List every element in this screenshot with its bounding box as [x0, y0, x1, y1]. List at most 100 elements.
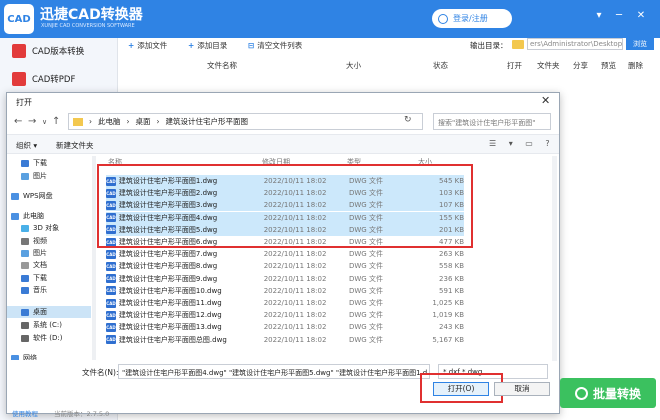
file-row[interactable]: CAD 建筑设计住宅户形平面图9.dwg 2022/10/11 18:02 DWG 文…	[106, 273, 464, 285]
menu-dropdown-button[interactable]: ▾	[592, 10, 606, 21]
breadcrumb-item[interactable]: 此电脑	[98, 116, 121, 127]
tree-item-icon	[21, 237, 29, 245]
sidebar-item-label: CAD版本转换	[32, 47, 85, 57]
file-row[interactable]: CAD 建筑设计住宅户形平面图11.dwg 2022/10/11 18:02 DWG …	[106, 297, 464, 309]
sidebar-item-version-convert[interactable]: CAD版本转换	[0, 38, 118, 64]
version-text: 当前版本：2.7.5.0	[54, 410, 110, 418]
plus-icon: +	[188, 41, 195, 50]
new-folder-button[interactable]: 新建文件夹	[56, 140, 94, 151]
file-type: DWG 文件	[348, 250, 383, 259]
filename-input[interactable]: "建筑设计住宅户形平面图4.dwg" "建筑设计住宅户形平面图5.dwg" "建…	[118, 364, 430, 379]
cad-version-icon	[12, 44, 26, 58]
file-list-scrollbar[interactable]	[552, 156, 557, 361]
folder-icon[interactable]	[512, 40, 524, 49]
tree-item[interactable]: 3D 对象	[21, 222, 59, 234]
tree-item[interactable]: 下载	[21, 157, 47, 169]
filename-label: 文件名(N):	[82, 368, 119, 377]
col-open: 打开	[507, 61, 522, 70]
file-name: 建筑设计住宅户形平面图10.dwg	[118, 286, 222, 295]
breadcrumb-item[interactable]: 建筑设计住宅户形平面图	[166, 116, 249, 127]
open-button[interactable]: 打开(O)	[433, 382, 489, 396]
tree-item-label: 音乐	[33, 286, 47, 294]
tree-item[interactable]: 系统 (C:)	[21, 319, 62, 331]
clear-list-button[interactable]: ⊟ 清空文件列表	[248, 40, 302, 51]
back-button[interactable]: ←	[14, 116, 22, 127]
tree-item[interactable]: 图片	[21, 247, 47, 259]
file-date: 2022/10/11 18:02	[263, 274, 327, 283]
user-icon	[438, 13, 448, 24]
file-date: 2022/10/11 18:02	[263, 250, 327, 259]
add-dir-label: 添加目录	[197, 41, 228, 50]
cancel-button[interactable]: 取消	[494, 382, 550, 396]
breadcrumb-item[interactable]: 桌面	[136, 116, 151, 127]
tree-item[interactable]: 此电脑	[11, 210, 44, 222]
add-dir-button[interactable]: + 添加目录	[188, 40, 227, 51]
tree-item-label: 桌面	[33, 308, 47, 316]
clear-list-label: 清空文件列表	[257, 41, 303, 50]
refresh-icon[interactable]: ↻	[404, 115, 412, 125]
recent-dropdown-button[interactable]: ∨	[42, 118, 47, 126]
file-row[interactable]: CAD 建筑设计住宅户形平面图总图.dwg 2022/10/11 18:02 DWG …	[106, 334, 464, 346]
col-size: 大小	[346, 61, 361, 70]
tree-item[interactable]: 文档	[21, 259, 47, 271]
tree-item-icon	[21, 224, 29, 232]
organize-button[interactable]: 组织 ▾	[16, 140, 37, 151]
tree-item[interactable]: 图片	[21, 170, 47, 182]
dialog-search-input[interactable]: 搜索"建筑设计住宅户形平面图"	[433, 113, 551, 130]
tree-item-icon	[11, 192, 19, 200]
close-app-button[interactable]: ✕	[634, 10, 648, 21]
file-date: 2022/10/11 18:02	[263, 299, 327, 307]
address-bar[interactable]: › 此电脑 › 桌面 › 建筑设计住宅户形平面图	[68, 113, 423, 130]
file-name: 建筑设计住宅户形平面图总图.dwg	[118, 335, 227, 344]
output-path-input[interactable]: ers\Administrator\Desktop	[527, 38, 623, 50]
tree-item[interactable]: 下载	[21, 272, 47, 284]
tree-item-icon	[21, 334, 29, 342]
tree-item-label: 软件 (D:)	[33, 334, 63, 342]
col-status: 状态	[433, 61, 448, 70]
file-date: 2022/10/11 18:02	[263, 286, 327, 295]
file-type: DWG 文件	[348, 335, 383, 344]
file-name: 建筑设计住宅户形平面图9.dwg	[118, 274, 218, 283]
file-type: DWG 文件	[348, 286, 383, 295]
tree-scrollbar[interactable]	[92, 156, 96, 360]
minimize-button[interactable]: ─	[612, 10, 626, 21]
file-name: 建筑设计住宅户形平面图7.dwg	[118, 250, 218, 259]
tree-item[interactable]: 桌面	[21, 306, 47, 318]
add-file-button[interactable]: + 添加文件	[128, 40, 167, 51]
plus-icon: +	[128, 41, 135, 50]
col-filename: 文件名称	[207, 61, 237, 70]
up-button[interactable]: ↑	[52, 116, 60, 127]
tree-item[interactable]: 网络	[11, 352, 37, 360]
tree-item-label: 文档	[33, 261, 47, 269]
file-type: DWG 文件	[348, 299, 383, 307]
dwg-file-icon: CAD	[106, 261, 116, 271]
file-row[interactable]: CAD 建筑设计住宅户形平面图12.dwg 2022/10/11 18:02 DWG …	[106, 309, 464, 321]
sidebar-item-cad-to-pdf[interactable]: CAD转PDF	[0, 66, 118, 92]
dialog-close-button[interactable]: ✕	[541, 94, 550, 107]
view-options-icon[interactable]: ☰ ▾ ▭ ?	[489, 139, 555, 148]
tree-item-label: 系统 (C:)	[33, 321, 62, 329]
tree-item-icon	[21, 321, 29, 329]
tree-item[interactable]: 视频	[21, 235, 47, 247]
tree-item[interactable]: 音乐	[21, 284, 47, 296]
tree-item[interactable]: WPS网盘	[11, 190, 53, 202]
file-type: DWG 文件	[348, 262, 383, 271]
forward-button[interactable]: →	[28, 116, 36, 127]
login-button[interactable]: 登录/注册	[432, 9, 512, 28]
browse-button[interactable]: 浏览	[626, 38, 654, 50]
tree-item-label: 下载	[33, 274, 47, 282]
tree-item-icon	[21, 261, 29, 269]
file-date: 2022/10/11 18:02	[263, 311, 327, 320]
file-row[interactable]: CAD 建筑设计住宅户形平面图10.dwg 2022/10/11 18:02 DWG …	[106, 285, 464, 297]
file-row[interactable]: CAD 建筑设计住宅户形平面图8.dwg 2022/10/11 18:02 DWG 文…	[106, 260, 464, 272]
batch-convert-button[interactable]: 批量转换	[560, 378, 656, 408]
file-size: 236 KB	[439, 274, 465, 283]
tree-item-label: 图片	[33, 172, 47, 180]
tree-item[interactable]: 软件 (D:)	[21, 332, 62, 344]
col-folder: 文件夹	[537, 61, 560, 70]
file-row[interactable]: CAD 建筑设计住宅户形平面图13.dwg 2022/10/11 18:02 DWG …	[106, 321, 464, 333]
help-link[interactable]: 使用教程	[12, 408, 38, 418]
batch-convert-label: 批量转换	[592, 386, 641, 401]
dwg-file-icon: CAD	[106, 249, 116, 259]
file-row[interactable]: CAD 建筑设计住宅户形平面图7.dwg 2022/10/11 18:02 DWG 文…	[106, 248, 464, 260]
